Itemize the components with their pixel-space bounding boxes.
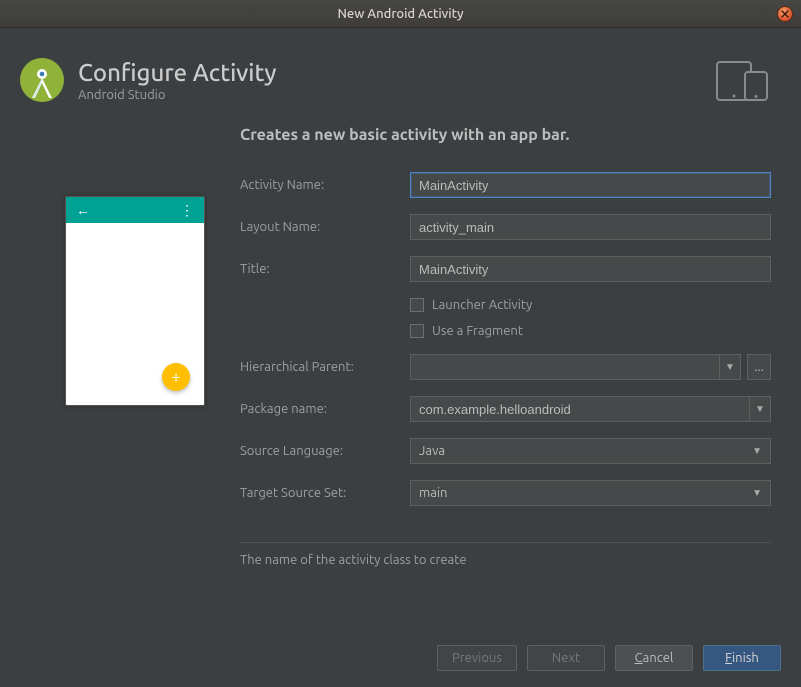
next-button[interactable]: Next	[527, 645, 605, 671]
use-fragment-label: Use a Fragment	[432, 324, 523, 338]
chevron-down-icon: ▼	[752, 487, 762, 499]
finish-button[interactable]: Finish	[703, 645, 781, 671]
activity-preview: ← ⋮ +	[65, 196, 205, 406]
package-name-dropdown[interactable]: ▼	[749, 396, 771, 422]
source-language-value: Java	[419, 444, 445, 458]
target-source-set-value: main	[419, 486, 447, 500]
target-source-set-select[interactable]: main ▼	[410, 480, 771, 506]
launcher-activity-label: Launcher Activity	[432, 298, 532, 312]
page-subtitle: Android Studio	[78, 88, 703, 102]
wizard-header: Configure Activity Android Studio	[0, 28, 801, 126]
chevron-down-icon: ▼	[752, 445, 762, 457]
previous-button[interactable]: Previous	[437, 645, 517, 671]
source-language-select[interactable]: Java ▼	[410, 438, 771, 464]
use-fragment-checkbox[interactable]	[410, 324, 424, 338]
wizard-description: Creates a new basic activity with an app…	[240, 126, 771, 144]
launcher-activity-checkbox[interactable]	[410, 298, 424, 312]
preview-appbar: ← ⋮	[66, 197, 204, 223]
title-input[interactable]	[410, 256, 771, 282]
title-label: Title:	[240, 262, 410, 276]
hierarchical-parent-label: Hierarchical Parent:	[240, 360, 410, 374]
titlebar: New Android Activity	[0, 0, 801, 28]
window-title: New Android Activity	[337, 7, 463, 21]
package-name-label: Package name:	[240, 402, 410, 416]
page-title: Configure Activity	[78, 59, 703, 86]
hierarchical-parent-input[interactable]	[410, 354, 719, 380]
back-icon: ←	[76, 203, 90, 217]
layout-name-label: Layout Name:	[240, 220, 410, 234]
close-button[interactable]	[777, 6, 793, 22]
package-name-input[interactable]	[410, 396, 749, 422]
source-language-label: Source Language:	[240, 444, 410, 458]
overflow-icon: ⋮	[180, 203, 194, 217]
layout-name-input[interactable]	[410, 214, 771, 240]
preview-fab: +	[162, 363, 190, 391]
help-text: The name of the activity class to create	[240, 542, 771, 567]
hierarchical-parent-dropdown[interactable]: ▼	[719, 354, 741, 380]
target-source-set-label: Target Source Set:	[240, 486, 410, 500]
cancel-button[interactable]: Cancel	[615, 645, 693, 671]
android-studio-icon	[18, 56, 66, 104]
activity-name-label: Activity Name:	[240, 178, 410, 192]
wizard-buttons: Previous Next Cancel Finish	[0, 631, 801, 687]
devices-icon	[715, 58, 771, 102]
close-icon	[781, 10, 789, 18]
activity-name-input[interactable]	[410, 172, 771, 198]
hierarchical-parent-browse-button[interactable]: ...	[747, 354, 771, 380]
